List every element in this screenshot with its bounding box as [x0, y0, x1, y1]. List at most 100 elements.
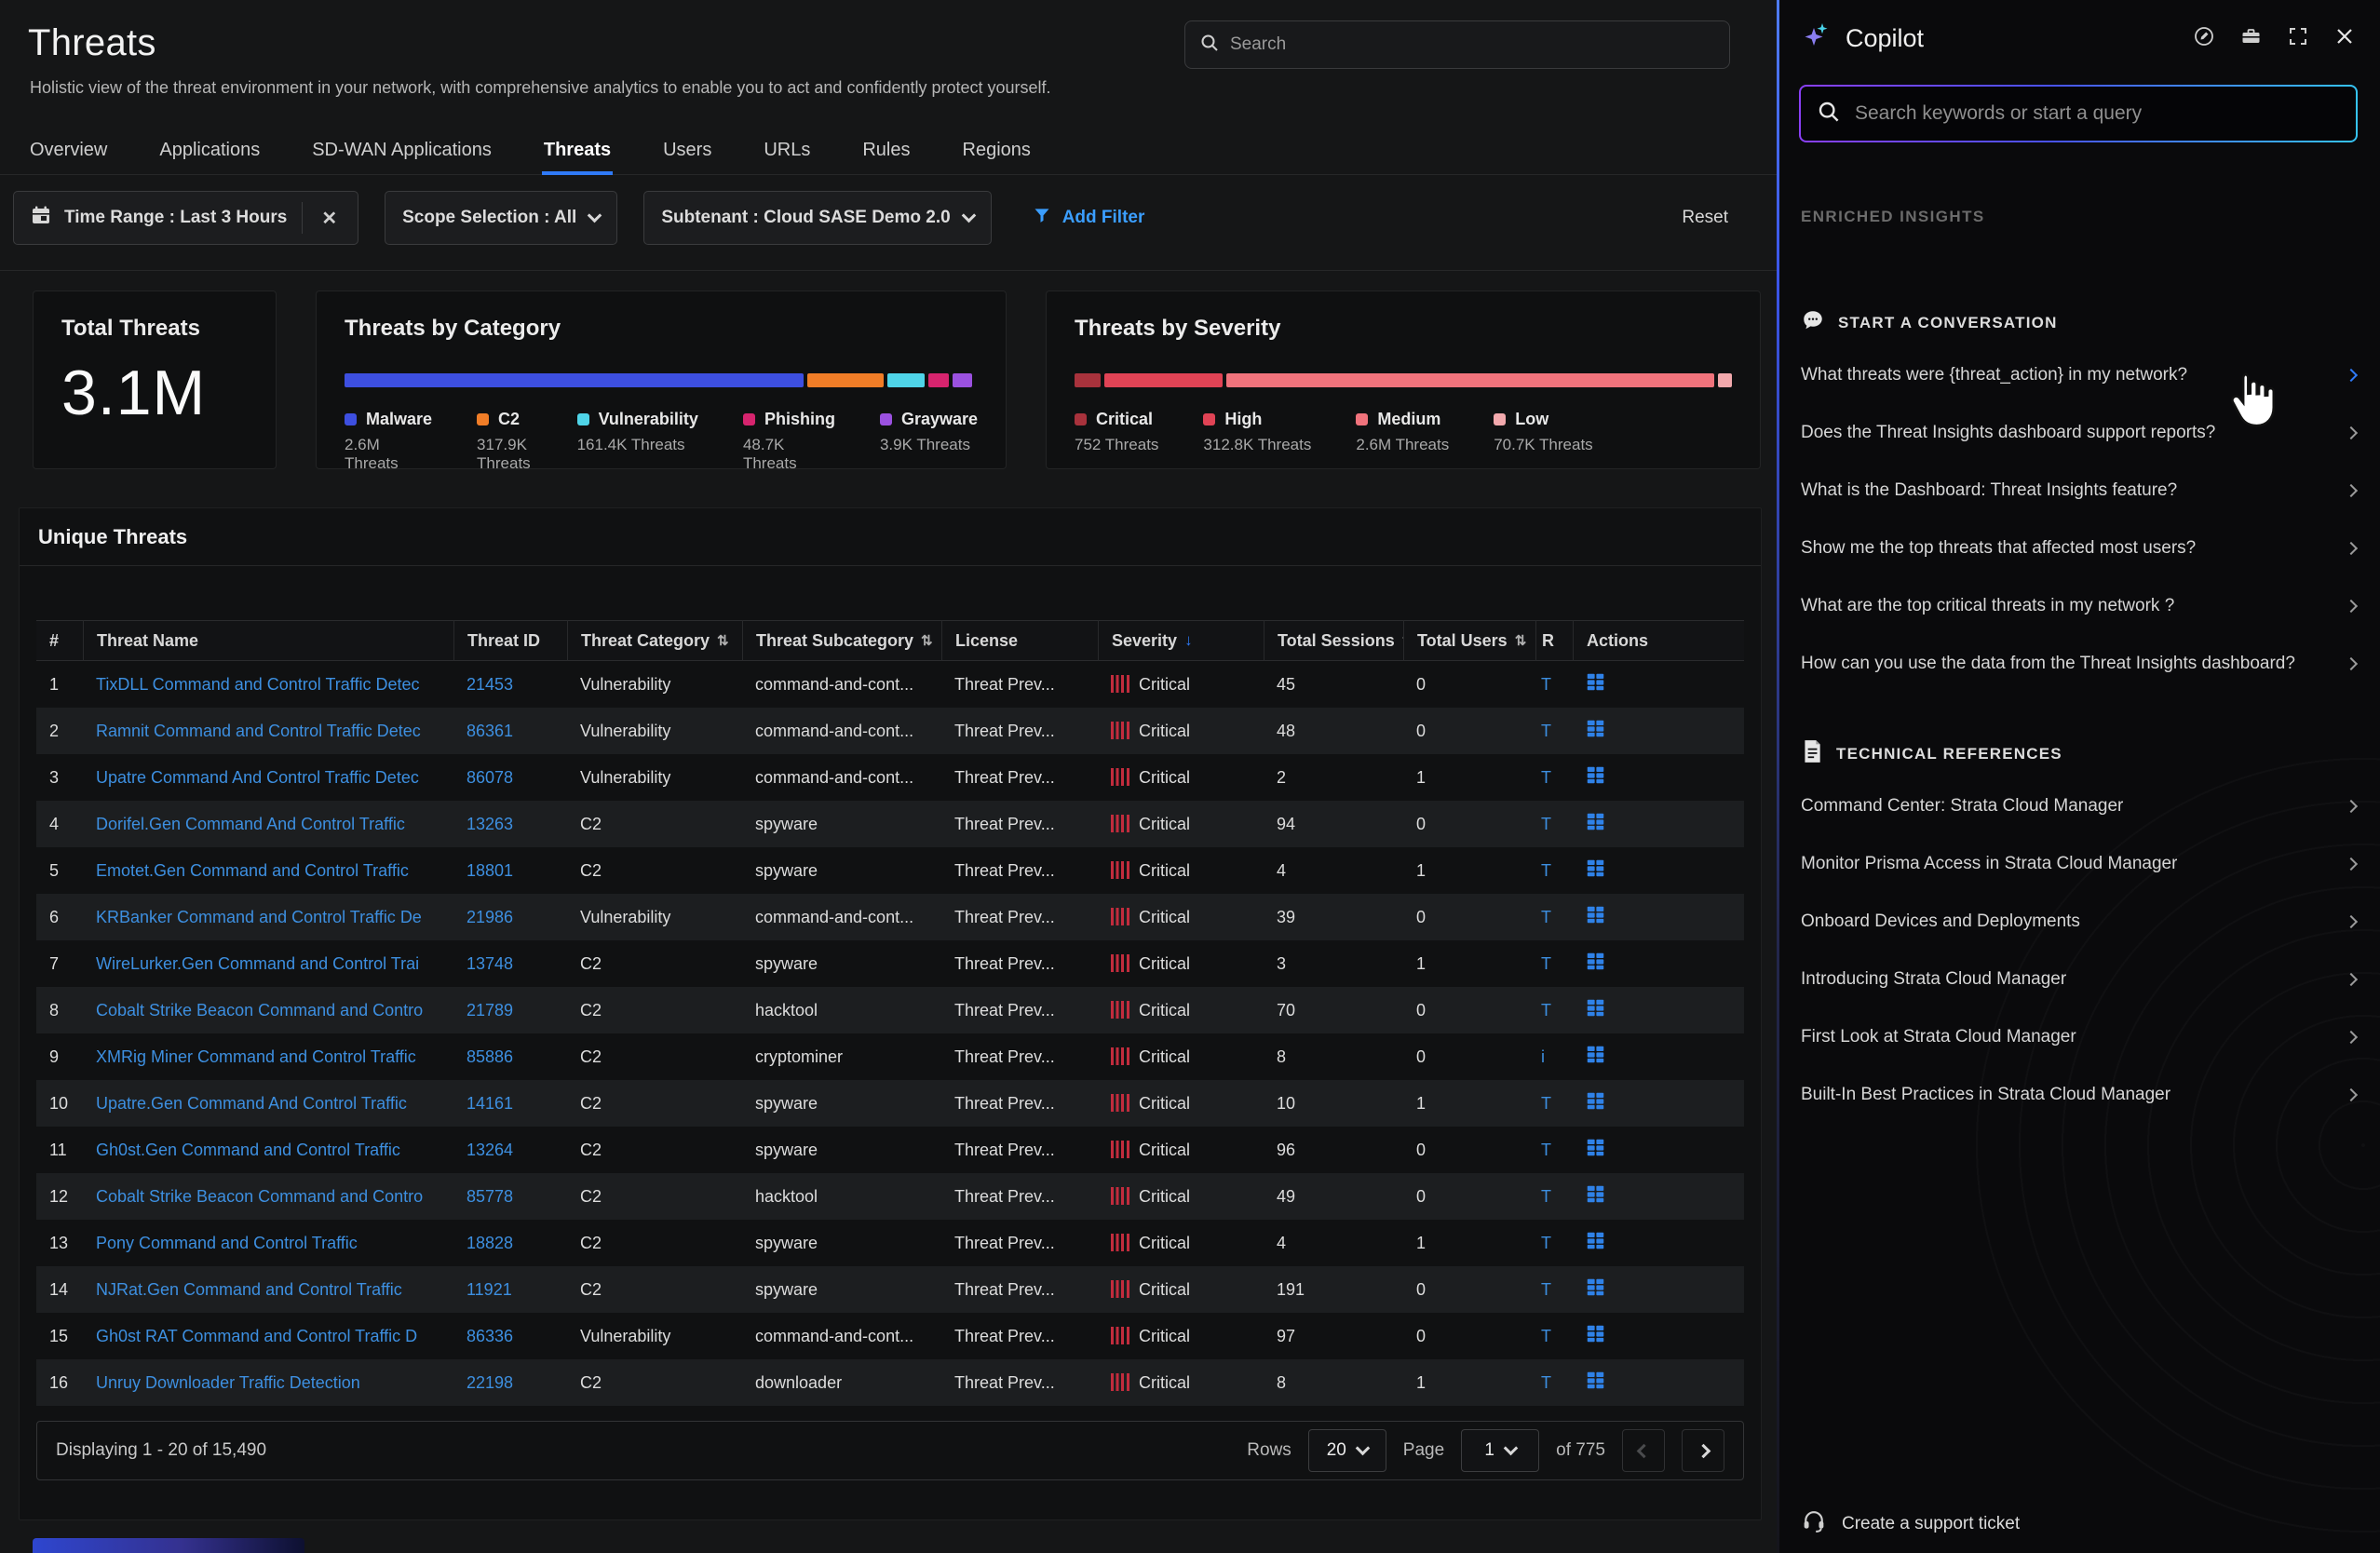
recommended-action-link[interactable]: T [1541, 1234, 1551, 1252]
remove-time-range-filter-icon[interactable]: ✕ [318, 207, 341, 230]
conversation-item[interactable]: Show me the top threats that affected mo… [1801, 520, 2356, 577]
conversation-item[interactable]: What are the top critical threats in my … [1801, 577, 2356, 635]
actions-grid-icon[interactable] [1586, 1045, 1605, 1064]
threat-name-link[interactable]: KRBanker Command and Control Traffic De [96, 908, 422, 926]
threat-id-link[interactable]: 86361 [467, 722, 513, 740]
threat-id-link[interactable]: 86336 [467, 1327, 513, 1345]
actions-grid-icon[interactable] [1586, 1371, 1605, 1390]
threat-id-link[interactable]: 14161 [467, 1094, 513, 1113]
rows-per-page-select[interactable]: 20 [1308, 1429, 1386, 1472]
create-support-ticket-button[interactable]: Create a support ticket [1801, 1510, 2020, 1538]
recommended-action-link[interactable]: T [1541, 1141, 1551, 1159]
threat-id-link[interactable]: 18801 [467, 861, 513, 880]
sort-desc-icon[interactable]: ↓ [1184, 631, 1193, 650]
column-header-severity[interactable]: Severity↓ [1098, 620, 1264, 661]
recommended-action-link[interactable]: T [1541, 768, 1551, 787]
threat-name-link[interactable]: Upatre Command And Control Traffic Detec [96, 768, 419, 787]
reference-item[interactable]: Built-In Best Practices in Strata Cloud … [1801, 1066, 2356, 1124]
threat-name-link[interactable]: TixDLL Command and Control Traffic Detec [96, 675, 419, 694]
recommended-action-link[interactable]: T [1541, 722, 1551, 740]
copilot-search-input[interactable] [1855, 102, 2339, 125]
actions-grid-icon[interactable] [1586, 1138, 1605, 1157]
recommended-action-link[interactable]: T [1541, 815, 1551, 833]
threat-id-link[interactable]: 13748 [467, 954, 513, 973]
actions-grid-icon[interactable] [1586, 672, 1605, 692]
threat-id-link[interactable]: 21789 [467, 1001, 513, 1020]
threat-id-link[interactable]: 85778 [467, 1187, 513, 1206]
threat-name-link[interactable]: Gh0st.Gen Command and Control Traffic [96, 1141, 400, 1159]
conversation-item[interactable]: What is the Dashboard: Threat Insights f… [1801, 462, 2356, 520]
tab-overview[interactable]: Overview [28, 130, 109, 174]
tab-urls[interactable]: URLs [762, 130, 812, 174]
add-filter-button[interactable]: Add Filter [1033, 206, 1145, 230]
threat-name-link[interactable]: Dorifel.Gen Command And Control Traffic [96, 815, 405, 833]
actions-grid-icon[interactable] [1586, 952, 1605, 971]
column-header-total-sessions[interactable]: Total Sessions⇅ [1264, 620, 1403, 661]
threat-name-link[interactable]: Unruy Downloader Traffic Detection [96, 1373, 360, 1392]
recommended-action-link[interactable]: T [1541, 1187, 1551, 1206]
threat-name-link[interactable]: XMRig Miner Command and Control Traffic [96, 1047, 416, 1066]
threat-name-link[interactable]: Cobalt Strike Beacon Command and Contro [96, 1187, 423, 1206]
tab-applications[interactable]: Applications [157, 130, 262, 174]
recommended-action-link[interactable]: T [1541, 1001, 1551, 1020]
threat-id-link[interactable]: 13263 [467, 815, 513, 833]
reference-item[interactable]: Introducing Strata Cloud Manager [1801, 951, 2356, 1008]
threat-id-link[interactable]: 13264 [467, 1141, 513, 1159]
threat-name-link[interactable]: Ramnit Command and Control Traffic Detec [96, 722, 421, 740]
actions-grid-icon[interactable] [1586, 1277, 1605, 1297]
column-header-threat-subcategory[interactable]: Threat Subcategory⇅ [742, 620, 941, 661]
sort-icon[interactable]: ⇅ [717, 632, 729, 649]
reference-item[interactable]: Command Center: Strata Cloud Manager [1801, 777, 2356, 835]
actions-grid-icon[interactable] [1586, 858, 1605, 878]
next-page-button[interactable] [1682, 1429, 1724, 1472]
search-input[interactable] [1230, 34, 1714, 55]
threat-id-link[interactable]: 11921 [467, 1280, 512, 1299]
reference-item[interactable]: Monitor Prisma Access in Strata Cloud Ma… [1801, 835, 2356, 893]
threat-name-link[interactable]: Upatre.Gen Command And Control Traffic [96, 1094, 407, 1113]
actions-grid-icon[interactable] [1586, 1091, 1605, 1111]
reference-item[interactable]: Onboard Devices and Deployments [1801, 893, 2356, 951]
threat-name-link[interactable]: NJRat.Gen Command and Control Traffic [96, 1280, 402, 1299]
briefcase-icon[interactable] [2239, 25, 2263, 52]
page-select[interactable]: 1 [1461, 1429, 1539, 1472]
actions-grid-icon[interactable] [1586, 719, 1605, 738]
recommended-action-link[interactable]: T [1541, 1373, 1551, 1392]
conversation-item[interactable]: Does the Threat Insights dashboard suppo… [1801, 404, 2356, 462]
recommended-action-link[interactable]: T [1541, 954, 1551, 973]
sort-icon[interactable]: ⇅ [1515, 632, 1527, 649]
global-search[interactable] [1184, 20, 1730, 69]
actions-grid-icon[interactable] [1586, 1184, 1605, 1204]
threat-name-link[interactable]: Cobalt Strike Beacon Command and Contro [96, 1001, 423, 1020]
recommended-action-link[interactable]: i [1541, 1047, 1545, 1066]
recommended-action-link[interactable]: T [1541, 675, 1551, 694]
column-header-threat-category[interactable]: Threat Category⇅ [567, 620, 742, 661]
copilot-search-box[interactable] [1799, 85, 2358, 142]
subtenant-dropdown[interactable]: Subtenant : Cloud SASE Demo 2.0 [643, 191, 991, 245]
scope-selection-dropdown[interactable]: Scope Selection : All [385, 191, 617, 245]
conversation-item[interactable]: What threats were {threat_action} in my … [1801, 346, 2356, 404]
reference-item[interactable]: First Look at Strata Cloud Manager [1801, 1008, 2356, 1066]
threat-name-link[interactable]: WireLurker.Gen Command and Control Trai [96, 954, 419, 973]
feedback-icon[interactable] [2193, 25, 2215, 52]
threat-id-link[interactable]: 18828 [467, 1234, 513, 1252]
threat-id-link[interactable]: 86078 [467, 768, 513, 787]
threat-name-link[interactable]: Pony Command and Control Traffic [96, 1234, 358, 1252]
threat-id-link[interactable]: 21453 [467, 675, 513, 694]
prev-page-button[interactable] [1622, 1429, 1665, 1472]
threat-name-link[interactable]: Emotet.Gen Command and Control Traffic [96, 861, 409, 880]
recommended-action-link[interactable]: T [1541, 1280, 1551, 1299]
recommended-action-link[interactable]: T [1541, 1094, 1551, 1113]
threat-name-link[interactable]: Gh0st RAT Command and Control Traffic D [96, 1327, 417, 1345]
sort-icon[interactable]: ⇅ [921, 632, 933, 649]
recommended-action-link[interactable]: T [1541, 908, 1551, 926]
actions-grid-icon[interactable] [1586, 765, 1605, 785]
close-icon[interactable] [2333, 25, 2356, 52]
recommended-action-link[interactable]: T [1541, 1327, 1551, 1345]
actions-grid-icon[interactable] [1586, 1324, 1605, 1344]
tab-sd-wan-applications[interactable]: SD-WAN Applications [310, 130, 494, 174]
actions-grid-icon[interactable] [1586, 905, 1605, 925]
conversation-item[interactable]: How can you use the data from the Threat… [1801, 635, 2356, 693]
actions-grid-icon[interactable] [1586, 1231, 1605, 1250]
threat-id-link[interactable]: 21986 [467, 908, 513, 926]
tab-rules[interactable]: Rules [860, 130, 912, 174]
